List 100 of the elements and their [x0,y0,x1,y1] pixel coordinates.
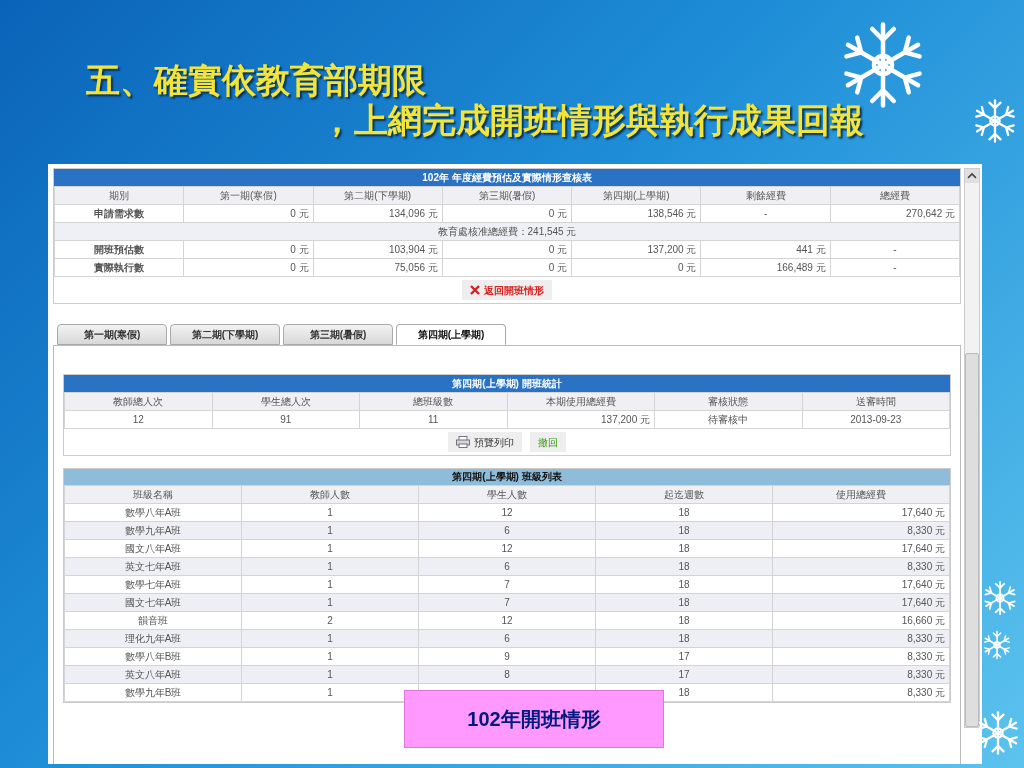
column-header: 總經費 [830,186,960,205]
table-cell: 18 [595,611,773,630]
column-header: 學生總人次 [212,392,360,411]
table-cell: 1 [241,629,419,648]
table-cell: 17,640 元 [772,575,950,594]
table-cell: 11 [359,410,507,429]
table-cell: 9 [418,647,596,666]
table-cell: 英文七年A班 [64,557,242,576]
scroll-up-icon[interactable] [965,169,979,183]
column-header: 期別 [54,186,184,205]
table-cell: 0 元 [571,258,701,277]
table-cell: 國文八年A班 [64,539,242,558]
table-cell: 數學八年A班 [64,503,242,522]
table-cell: 17 [595,647,773,666]
table-cell: 1 [241,539,419,558]
table-title: 第四期(上學期) 開班統計 [64,375,950,392]
table-cell: 16,660 元 [772,611,950,630]
table-cell: 12 [418,503,596,522]
table-cell: 134,096 元 [313,204,443,223]
row-label: 申請需求數 [54,204,184,223]
table-cell: 1 [241,575,419,594]
table-cell: 7 [418,593,596,612]
period-tab[interactable]: 第四期(上學期) [396,324,506,345]
table-cell: 待審核中 [654,410,802,429]
column-header: 審核狀態 [654,392,802,411]
table-cell: 270,642 元 [830,204,960,223]
column-header: 班級名稱 [64,485,242,504]
cross-icon [470,285,480,295]
table-cell: 17,640 元 [772,593,950,612]
table-cell: 166,489 元 [700,258,831,277]
table-cell: 137,200 元 [507,410,655,429]
return-button[interactable]: 返回開班情形 [462,280,552,300]
table-cell: 0 元 [442,258,572,277]
table-cell: 8,330 元 [772,647,950,666]
table-cell: 8,330 元 [772,521,950,540]
column-header: 起迄週數 [595,485,773,504]
table-cell: 1 [241,593,419,612]
table-cell: 17,640 元 [772,539,950,558]
table-cell: 0 元 [183,240,314,259]
scroll-thumb[interactable] [965,352,979,727]
table-cell: 18 [595,575,773,594]
period-tab[interactable]: 第一期(寒假) [57,324,167,345]
table-cell: 18 [595,503,773,522]
column-header: 剩餘經費 [700,186,831,205]
table-cell: 數學七年A班 [64,575,242,594]
table-cell: 英文八年A班 [64,665,242,684]
scrollbar[interactable] [964,168,980,728]
table-cell: 18 [595,629,773,648]
table-cell: 8,330 元 [772,629,950,648]
table-cell: 137,200 元 [571,240,701,259]
column-header: 總班級數 [359,392,507,411]
table-cell: 數學九年A班 [64,521,242,540]
table-cell: 數學八年B班 [64,647,242,666]
column-header: 第三期(暑假) [442,186,572,205]
table-cell: 0 元 [183,258,314,277]
period-tab[interactable]: 第二期(下學期) [170,324,280,345]
table-cell: 18 [595,593,773,612]
table-cell: 6 [418,521,596,540]
print-preview-button[interactable]: 預覽列印 [448,432,522,452]
column-header: 第四期(上學期) [571,186,701,205]
column-header: 第二期(下學期) [313,186,443,205]
table-cell: 韻音班 [64,611,242,630]
table-cell: 1 [241,521,419,540]
table-cell: 理化九年A班 [64,629,242,648]
table-cell: 1 [241,557,419,576]
table-cell: 75,056 元 [313,258,443,277]
table-cell: 12 [64,410,212,429]
column-header: 使用總經費 [772,485,950,504]
table-cell: 103,904 元 [313,240,443,259]
table-cell: 8 [418,665,596,684]
row-label: 開班預估數 [54,240,184,259]
table-cell: 8,330 元 [772,665,950,684]
table-cell: 8,330 元 [772,683,950,702]
row-label: 實際執行數 [54,258,184,277]
table-cell: 1 [241,503,419,522]
column-header: 教師總人次 [64,392,212,411]
table-cell: - [830,240,960,259]
table-cell: 1 [241,665,419,684]
table-cell: - [830,258,960,277]
table-cell: 6 [418,557,596,576]
table-cell: 1 [241,647,419,666]
period-tab[interactable]: 第三期(暑假) [283,324,393,345]
table-cell: 2013-09-23 [802,410,950,429]
table-cell: 8,330 元 [772,557,950,576]
column-header: 教師人數 [241,485,419,504]
table-cell: - [700,204,831,223]
table-cell: 數學九年B班 [64,683,242,702]
table-cell: 18 [595,521,773,540]
slide-title: 五、確實依教育部期限 [86,60,426,100]
table-title: 第四期(上學期) 班級列表 [64,469,950,485]
table-cell: 12 [418,611,596,630]
column-header: 第一期(寒假) [183,186,314,205]
table-cell: 0 元 [442,204,572,223]
snowflake-icon [982,630,1012,660]
column-header: 本期使用總經費 [507,392,655,411]
table-cell: 12 [418,539,596,558]
column-header: 學生人數 [418,485,596,504]
column-header: 送審時間 [802,392,950,411]
snowflake-icon [982,580,1018,616]
table-cell: 91 [212,410,360,429]
